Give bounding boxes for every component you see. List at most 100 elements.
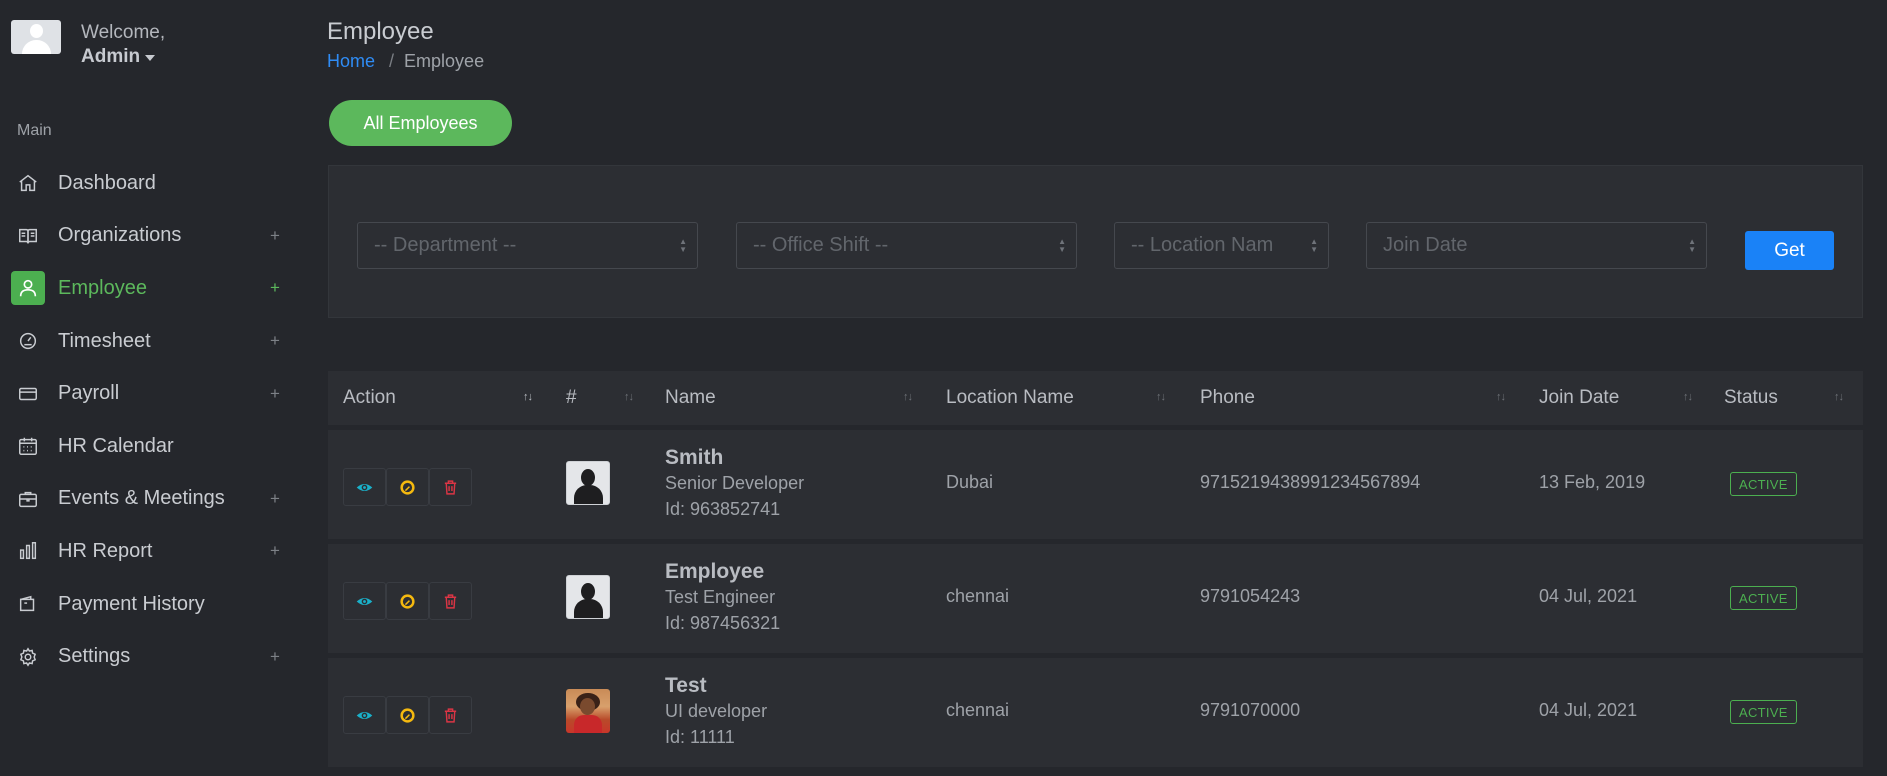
sidebar-item-label: Settings bbox=[58, 645, 131, 668]
sidebar-item-payment-history[interactable]: Payment History bbox=[0, 578, 300, 631]
bar-chart-icon bbox=[11, 534, 45, 568]
gauge-icon bbox=[11, 324, 45, 358]
column-header-name[interactable]: Name bbox=[665, 371, 716, 425]
delete-button[interactable] bbox=[429, 582, 472, 620]
expand-icon: + bbox=[270, 278, 280, 298]
edit-button[interactable] bbox=[386, 696, 429, 734]
sidebar-menu: Dashboard Organizations + Employee + Tim… bbox=[0, 157, 300, 683]
employee-phone: 9791054243 bbox=[1200, 586, 1301, 606]
row-actions bbox=[343, 582, 472, 620]
employee-name[interactable]: Smith bbox=[665, 446, 723, 470]
sort-icon[interactable]: ↑↓ bbox=[903, 391, 913, 403]
employee-location: Dubai bbox=[946, 472, 994, 492]
breadcrumb-separator: / bbox=[389, 51, 395, 71]
sort-icon[interactable]: ↑↓ bbox=[1834, 391, 1844, 403]
column-header-phone[interactable]: Phone bbox=[1200, 371, 1255, 425]
edit-button[interactable] bbox=[386, 582, 429, 620]
employee-role: Senior Developer bbox=[665, 473, 805, 493]
employee-table: Action ↑↓ # ↑↓ Name ↑↓ Location Name ↑↓ … bbox=[328, 371, 1863, 767]
eye-icon bbox=[356, 597, 373, 605]
table-header: Action ↑↓ # ↑↓ Name ↑↓ Location Name ↑↓ … bbox=[328, 371, 1863, 425]
expand-icon: + bbox=[270, 541, 280, 561]
eye-icon bbox=[356, 711, 373, 719]
view-button[interactable] bbox=[343, 696, 386, 734]
sidebar: Welcome, Admin Main Dashboard Organizati… bbox=[0, 0, 300, 776]
table-row: Test UI developer Id: 11111 chennai 9791… bbox=[328, 658, 1863, 767]
employee-location: chennai bbox=[946, 700, 1010, 720]
sidebar-item-organizations[interactable]: Organizations + bbox=[0, 210, 300, 263]
eye-icon bbox=[356, 483, 373, 491]
trash-icon bbox=[444, 707, 457, 723]
sidebar-item-events-meetings[interactable]: Events & Meetings + bbox=[0, 473, 300, 526]
join-date-select-value: Join Date bbox=[1383, 234, 1468, 256]
status-badge: ACTIVE bbox=[1730, 700, 1797, 724]
column-header-join-date[interactable]: Join Date bbox=[1539, 371, 1619, 425]
location-select[interactable]: -- Location Nam ▲ ▼ bbox=[1114, 222, 1329, 269]
employee-name[interactable]: Test bbox=[665, 674, 707, 698]
sidebar-item-dashboard[interactable]: Dashboard bbox=[0, 157, 300, 210]
employee-avatar[interactable] bbox=[566, 689, 610, 733]
column-header-action[interactable]: Action bbox=[343, 371, 396, 425]
employee-avatar[interactable] bbox=[566, 575, 610, 619]
delete-button[interactable] bbox=[429, 468, 472, 506]
table-row: Employee Test Engineer Id: 987456321 che… bbox=[328, 544, 1863, 653]
view-button[interactable] bbox=[343, 582, 386, 620]
employee-role: Test Engineer bbox=[665, 587, 776, 607]
office-shift-select[interactable]: -- Office Shift -- ▲ ▼ bbox=[736, 222, 1077, 269]
edit-button[interactable] bbox=[386, 468, 429, 506]
user-icon bbox=[11, 271, 45, 306]
sidebar-section-title: Main bbox=[17, 122, 52, 139]
calendar-icon bbox=[11, 429, 45, 463]
sort-asc-icon[interactable]: ↑↓ bbox=[523, 391, 533, 403]
employee-phone: 9791070000 bbox=[1200, 700, 1301, 720]
column-header-location[interactable]: Location Name bbox=[946, 371, 1074, 425]
sort-icon[interactable]: ↑↓ bbox=[624, 391, 634, 403]
sidebar-item-payroll[interactable]: Payroll + bbox=[0, 367, 300, 420]
edit-icon bbox=[400, 479, 415, 495]
department-select[interactable]: -- Department -- ▲ ▼ bbox=[357, 222, 698, 269]
sort-icon[interactable]: ↑↓ bbox=[1683, 391, 1693, 403]
sidebar-item-label: HR Report bbox=[58, 539, 153, 562]
status-badge: ACTIVE bbox=[1730, 472, 1797, 496]
employee-name[interactable]: Employee bbox=[665, 560, 764, 584]
credit-card-icon bbox=[11, 377, 45, 411]
breadcrumb-home-link[interactable]: Home bbox=[327, 51, 375, 72]
sidebar-item-hr-report[interactable]: HR Report + bbox=[0, 525, 300, 578]
sidebar-item-employee[interactable]: Employee + bbox=[0, 262, 300, 315]
employee-location: chennai bbox=[946, 586, 1010, 606]
employee-id: Id: 963852741 bbox=[665, 499, 781, 519]
edit-icon bbox=[400, 593, 415, 609]
delete-button[interactable] bbox=[429, 696, 472, 734]
select-arrows-icon: ▲ ▼ bbox=[1310, 236, 1318, 254]
office-shift-select-value: -- Office Shift -- bbox=[753, 234, 889, 256]
employee-join-date: 13 Feb, 2019 bbox=[1539, 472, 1646, 492]
sort-icon[interactable]: ↑↓ bbox=[1156, 391, 1166, 403]
page-title: Employee bbox=[327, 18, 434, 45]
expand-icon: + bbox=[270, 646, 280, 666]
user-name: Admin bbox=[81, 46, 141, 67]
column-header-index[interactable]: # bbox=[566, 371, 577, 425]
employee-id: Id: 987456321 bbox=[665, 613, 781, 633]
column-header-status[interactable]: Status bbox=[1724, 371, 1778, 425]
sidebar-item-hr-calendar[interactable]: HR Calendar bbox=[0, 420, 300, 473]
employee-avatar[interactable] bbox=[566, 461, 610, 505]
join-date-select[interactable]: Join Date ▲ ▼ bbox=[1366, 222, 1707, 269]
employee-id: Id: 11111 bbox=[665, 727, 735, 747]
get-button[interactable]: Get bbox=[1745, 231, 1834, 270]
edit-icon bbox=[400, 707, 415, 723]
sidebar-item-settings[interactable]: Settings + bbox=[0, 630, 300, 683]
select-arrows-icon: ▲ ▼ bbox=[1058, 236, 1066, 254]
expand-icon: + bbox=[270, 331, 280, 351]
select-arrows-icon: ▲ ▼ bbox=[679, 236, 687, 254]
view-button[interactable] bbox=[343, 468, 386, 506]
trash-icon bbox=[444, 593, 457, 609]
sort-icon[interactable]: ↑↓ bbox=[1496, 391, 1506, 403]
employee-phone: 971521943899123456789​4 bbox=[1200, 472, 1421, 492]
all-employees-button[interactable]: All Employees bbox=[329, 100, 512, 146]
breadcrumb: Home / Employee bbox=[327, 51, 484, 72]
user-profile[interactable]: Welcome, Admin bbox=[11, 20, 165, 69]
avatar bbox=[11, 20, 61, 54]
sidebar-item-timesheet[interactable]: Timesheet + bbox=[0, 315, 300, 368]
book-icon bbox=[11, 219, 45, 253]
user-menu-toggle[interactable]: Admin bbox=[81, 45, 165, 69]
